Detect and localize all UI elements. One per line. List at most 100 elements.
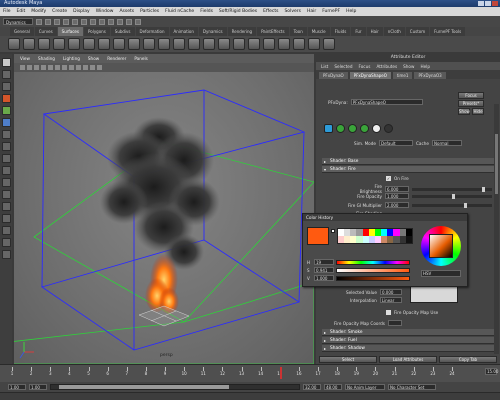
camera-icon[interactable] <box>20 65 25 70</box>
resolution-gate-icon[interactable] <box>62 65 67 70</box>
grid-toggle-icon[interactable] <box>48 65 53 70</box>
shadows-icon[interactable] <box>97 65 102 70</box>
layout-custom-icon[interactable] <box>1 238 11 247</box>
shelf-tab-deformation[interactable]: Deformation <box>135 27 169 36</box>
shelf-tab-ncloth[interactable]: nCloth <box>383 27 405 36</box>
fire-brightness-field[interactable]: 6.000 <box>385 186 409 192</box>
layout-four-icon[interactable] <box>1 166 11 175</box>
nurbs-sphere-icon[interactable] <box>8 38 20 50</box>
fire-brightness-knob[interactable] <box>482 186 485 192</box>
layout-graph-icon[interactable] <box>1 202 11 211</box>
playback-end-field[interactable]: 32.00 <box>303 384 321 390</box>
nurbs-torus-icon[interactable] <box>83 38 95 50</box>
scale-tool-icon[interactable] <box>1 118 11 127</box>
shelf-tab-curves[interactable]: Curves <box>34 27 57 36</box>
viewport-panel[interactable]: View Shading Lighting Show Renderer Pane… <box>14 54 314 364</box>
layout-hypershade-icon[interactable] <box>1 214 11 223</box>
maximize-icon[interactable] <box>485 1 491 6</box>
hue-field[interactable]: 19 <box>314 259 334 265</box>
command-line[interactable] <box>0 392 500 400</box>
shelf-tab-subdivs[interactable]: Subdivs <box>110 27 135 36</box>
bookmark-icon[interactable] <box>34 65 39 70</box>
shelf-tab-painteffects[interactable]: PaintEffects <box>257 27 289 36</box>
snap-point-icon[interactable] <box>108 18 114 25</box>
nurbs-cone-icon[interactable] <box>53 38 65 50</box>
menu-file[interactable]: File <box>3 9 11 14</box>
shelf-tab-rendering[interactable]: Rendering <box>227 27 257 36</box>
attr-menu-focus[interactable]: Focus <box>358 64 370 69</box>
eyedropper-icon[interactable] <box>331 229 335 233</box>
last-tool-icon[interactable] <box>1 142 11 151</box>
ipr-render-icon[interactable] <box>126 18 132 25</box>
node-name-field[interactable]: PFxDynaShapeO <box>350 99 423 105</box>
shelf-tab-dynamics[interactable]: Dynamics <box>198 27 227 36</box>
anim-layer-select[interactable]: No Anim Layer <box>345 384 385 390</box>
color-mode-select[interactable]: HSV <box>421 270 461 277</box>
close-icon[interactable] <box>492 1 498 6</box>
image-plane-icon[interactable] <box>41 65 46 70</box>
menu-assets[interactable]: Assets <box>119 9 134 14</box>
fire-opacity-field[interactable]: 1.000 <box>385 193 409 199</box>
render-icon[interactable] <box>117 18 123 25</box>
playback-start-field[interactable]: 1.00 <box>29 384 47 390</box>
load-attributes-button[interactable]: Load Attributes <box>379 356 437 363</box>
attach-surface-icon[interactable] <box>248 38 260 50</box>
nurbs-plane-icon[interactable] <box>68 38 80 50</box>
presets-button[interactable]: Presets* <box>458 100 484 107</box>
step-sim-icon[interactable] <box>360 124 369 133</box>
smooth-shade-icon[interactable] <box>76 65 81 70</box>
attr-tab-node3[interactable]: PFxDynaO3 <box>414 72 446 79</box>
menu-create[interactable]: Create <box>52 9 67 14</box>
shelf-tab-polygons[interactable]: Polygons <box>83 27 110 36</box>
extrude-icon[interactable] <box>128 38 140 50</box>
snap-curve-icon[interactable] <box>99 18 105 25</box>
time-slider[interactable]: 123456789101112131415161718192021222324 … <box>0 364 500 382</box>
lasso-tool-icon[interactable] <box>1 70 11 79</box>
open-scene-icon[interactable] <box>45 18 51 25</box>
current-frame-field[interactable]: 15.00 <box>485 368 498 375</box>
saturation-slider[interactable] <box>336 267 410 273</box>
menu-fields[interactable]: Fields <box>200 9 213 14</box>
focus-button[interactable]: Focus <box>458 92 484 99</box>
detach-surface-icon[interactable] <box>263 38 275 50</box>
fire-ramp-graph[interactable] <box>410 285 458 303</box>
layout-single-icon[interactable] <box>1 154 11 163</box>
section-shader-shadow[interactable]: Shader: Shadow <box>322 345 494 352</box>
color-chooser-popup[interactable]: Color History H 19 S 0.941 V 1.000 HSV <box>302 213 468 287</box>
minimize-icon[interactable] <box>478 1 484 6</box>
sim-mode-select[interactable]: Default <box>378 140 413 146</box>
show-button[interactable]: Show <box>458 108 470 115</box>
attr-tab-node0[interactable]: PFxDynaO <box>319 72 348 79</box>
shelf-tab-furnepf[interactable]: FurnePF Tools <box>430 27 466 36</box>
shelf-tab-fur[interactable]: Fur <box>351 27 366 36</box>
textured-icon[interactable] <box>83 65 88 70</box>
color-wheel[interactable] <box>421 226 461 266</box>
value-slider[interactable] <box>336 275 410 281</box>
shelf-tab-muscle[interactable]: Muscle <box>307 27 330 36</box>
attr-tab-time1[interactable]: time1 <box>392 72 413 79</box>
menu-effects[interactable]: Effects <box>263 9 278 14</box>
layout-render-icon[interactable] <box>1 226 11 235</box>
copy-tab-button[interactable]: Copy Tab <box>439 356 497 363</box>
fire-gi-slider[interactable] <box>412 202 492 208</box>
value-field[interactable]: 1.000 <box>314 275 334 281</box>
revolve-icon[interactable] <box>98 38 110 50</box>
menu-display[interactable]: Display <box>73 9 90 14</box>
camera-attr-icon[interactable] <box>27 65 32 70</box>
fire-brightness-slider[interactable] <box>412 186 492 192</box>
viewport-canvas[interactable]: persp <box>14 72 314 364</box>
shelf-tab-toon[interactable]: Toon <box>289 27 307 36</box>
shelf-tab-animation[interactable]: Animation <box>169 27 198 36</box>
birail-icon[interactable] <box>173 38 185 50</box>
cache-select[interactable]: Normal <box>432 140 463 146</box>
square-surface-icon[interactable] <box>203 38 215 50</box>
current-color-swatch[interactable] <box>307 227 329 245</box>
vp-menu-panels[interactable]: Panels <box>134 56 147 61</box>
end-time-field[interactable]: 48.00 <box>324 384 342 390</box>
menu-fluid-ncache[interactable]: Fluid nCache <box>165 9 194 14</box>
vp-menu-shading[interactable]: Shading <box>38 56 55 61</box>
paint-select-icon[interactable] <box>1 82 11 91</box>
fire-opacity-map-checkbox[interactable] <box>386 310 391 315</box>
shelf-tab-custom[interactable]: Custom <box>405 27 430 36</box>
menu-modify[interactable]: Modify <box>31 9 46 14</box>
